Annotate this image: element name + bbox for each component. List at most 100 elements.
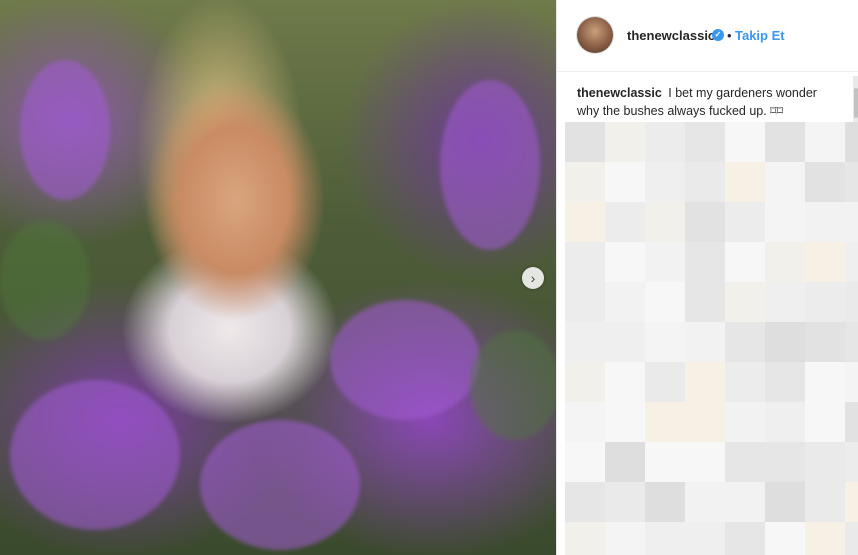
pixel-cell bbox=[645, 402, 685, 442]
pixel-cell bbox=[725, 522, 765, 555]
pixel-cell bbox=[605, 122, 645, 162]
pixel-cell bbox=[845, 202, 858, 242]
pixel-cell bbox=[765, 242, 805, 282]
pixel-cell bbox=[765, 482, 805, 522]
pixel-cell bbox=[725, 322, 765, 362]
pixel-cell bbox=[725, 482, 765, 522]
pixel-cell bbox=[805, 442, 845, 482]
pixel-cell bbox=[845, 282, 858, 322]
pixel-cell bbox=[605, 242, 645, 282]
pixel-cell bbox=[725, 202, 765, 242]
pixel-cell bbox=[845, 362, 858, 402]
pixel-cell bbox=[565, 162, 605, 202]
pixel-cell bbox=[805, 362, 845, 402]
pixel-cell bbox=[685, 362, 725, 402]
pixel-cell bbox=[765, 522, 805, 555]
pixel-cell bbox=[805, 122, 845, 162]
pixel-cell bbox=[725, 162, 765, 202]
pixel-cell bbox=[845, 162, 858, 202]
pixel-cell bbox=[765, 442, 805, 482]
avatar[interactable] bbox=[577, 17, 613, 53]
photo-leaf-patch bbox=[470, 330, 556, 440]
post-caption: thenewclassic I bet my gardeners wonder … bbox=[577, 84, 829, 120]
caption-username[interactable]: thenewclassic bbox=[577, 86, 662, 100]
post-sidebar: thenewclassic ✓ • Takip Et thenewclassic… bbox=[556, 0, 858, 555]
photo-flower-patch bbox=[330, 300, 480, 420]
pixel-cell bbox=[565, 322, 605, 362]
pixel-cell bbox=[565, 362, 605, 402]
pixel-cell bbox=[605, 402, 645, 442]
comments-scrollbar-thumb[interactable] bbox=[854, 88, 858, 118]
pixel-cell bbox=[725, 362, 765, 402]
chevron-right-icon: › bbox=[530, 270, 536, 286]
pixel-cell bbox=[685, 522, 725, 555]
pixel-cell bbox=[805, 482, 845, 522]
pixel-cell bbox=[605, 322, 645, 362]
pixel-cell bbox=[685, 242, 725, 282]
pixel-cell bbox=[845, 482, 858, 522]
pixel-cell bbox=[565, 282, 605, 322]
post-photo[interactable]: › bbox=[0, 0, 556, 555]
pixel-cell bbox=[685, 122, 725, 162]
pixel-cell bbox=[685, 282, 725, 322]
pixel-cell bbox=[605, 482, 645, 522]
pixel-cell bbox=[685, 402, 725, 442]
pixel-cell bbox=[765, 362, 805, 402]
pixel-cell bbox=[765, 202, 805, 242]
photo-flower-patch bbox=[20, 60, 110, 200]
pixel-cell bbox=[845, 322, 858, 362]
pixel-cell bbox=[765, 322, 805, 362]
pixel-cell bbox=[645, 482, 685, 522]
pixel-cell bbox=[805, 322, 845, 362]
pixel-cell bbox=[605, 442, 645, 482]
pixel-cell bbox=[845, 442, 858, 482]
pixel-cell bbox=[605, 162, 645, 202]
pixel-cell bbox=[685, 322, 725, 362]
pixel-cell bbox=[645, 442, 685, 482]
pixel-cell bbox=[645, 122, 685, 162]
pixel-cell bbox=[805, 202, 845, 242]
pixel-cell bbox=[725, 282, 765, 322]
pixel-cell bbox=[765, 402, 805, 442]
pixel-cell bbox=[605, 522, 645, 555]
pixel-cell bbox=[645, 162, 685, 202]
pixel-cell bbox=[565, 522, 605, 555]
follow-button[interactable]: Takip Et bbox=[735, 28, 785, 43]
pixel-cell bbox=[565, 242, 605, 282]
pixel-cell bbox=[725, 402, 765, 442]
pixel-cell bbox=[765, 282, 805, 322]
pixel-cell bbox=[845, 402, 858, 442]
next-photo-button[interactable]: › bbox=[522, 267, 544, 289]
verified-badge-icon: ✓ bbox=[712, 29, 724, 41]
pixel-cell bbox=[605, 202, 645, 242]
pixel-cell bbox=[565, 202, 605, 242]
pixel-cell bbox=[565, 442, 605, 482]
pixel-cell bbox=[765, 122, 805, 162]
pixel-cell bbox=[845, 122, 858, 162]
pixel-cell bbox=[845, 242, 858, 282]
pixel-cell bbox=[645, 362, 685, 402]
pixel-cell bbox=[565, 122, 605, 162]
pixel-cell bbox=[725, 442, 765, 482]
header-username[interactable]: thenewclassic bbox=[627, 28, 715, 43]
pixel-cell bbox=[565, 482, 605, 522]
pixel-cell bbox=[605, 282, 645, 322]
pixel-cell bbox=[645, 522, 685, 555]
photo-leaf-patch bbox=[0, 220, 90, 340]
pixel-cell bbox=[805, 162, 845, 202]
pixel-cell bbox=[685, 442, 725, 482]
pixel-cell bbox=[565, 402, 605, 442]
pixelated-comments-area bbox=[565, 122, 858, 555]
pixel-cell bbox=[765, 162, 805, 202]
pixel-cell bbox=[805, 242, 845, 282]
pixel-cell bbox=[685, 162, 725, 202]
pixel-cell bbox=[725, 122, 765, 162]
pixel-cell bbox=[645, 282, 685, 322]
pixel-cell bbox=[845, 522, 858, 555]
photo-flower-patch bbox=[440, 80, 540, 250]
photo-flower-patch bbox=[10, 380, 180, 530]
pixel-cell bbox=[805, 522, 845, 555]
photo-flower-patch bbox=[200, 420, 360, 550]
pixel-cell bbox=[645, 322, 685, 362]
pixel-cell bbox=[645, 242, 685, 282]
